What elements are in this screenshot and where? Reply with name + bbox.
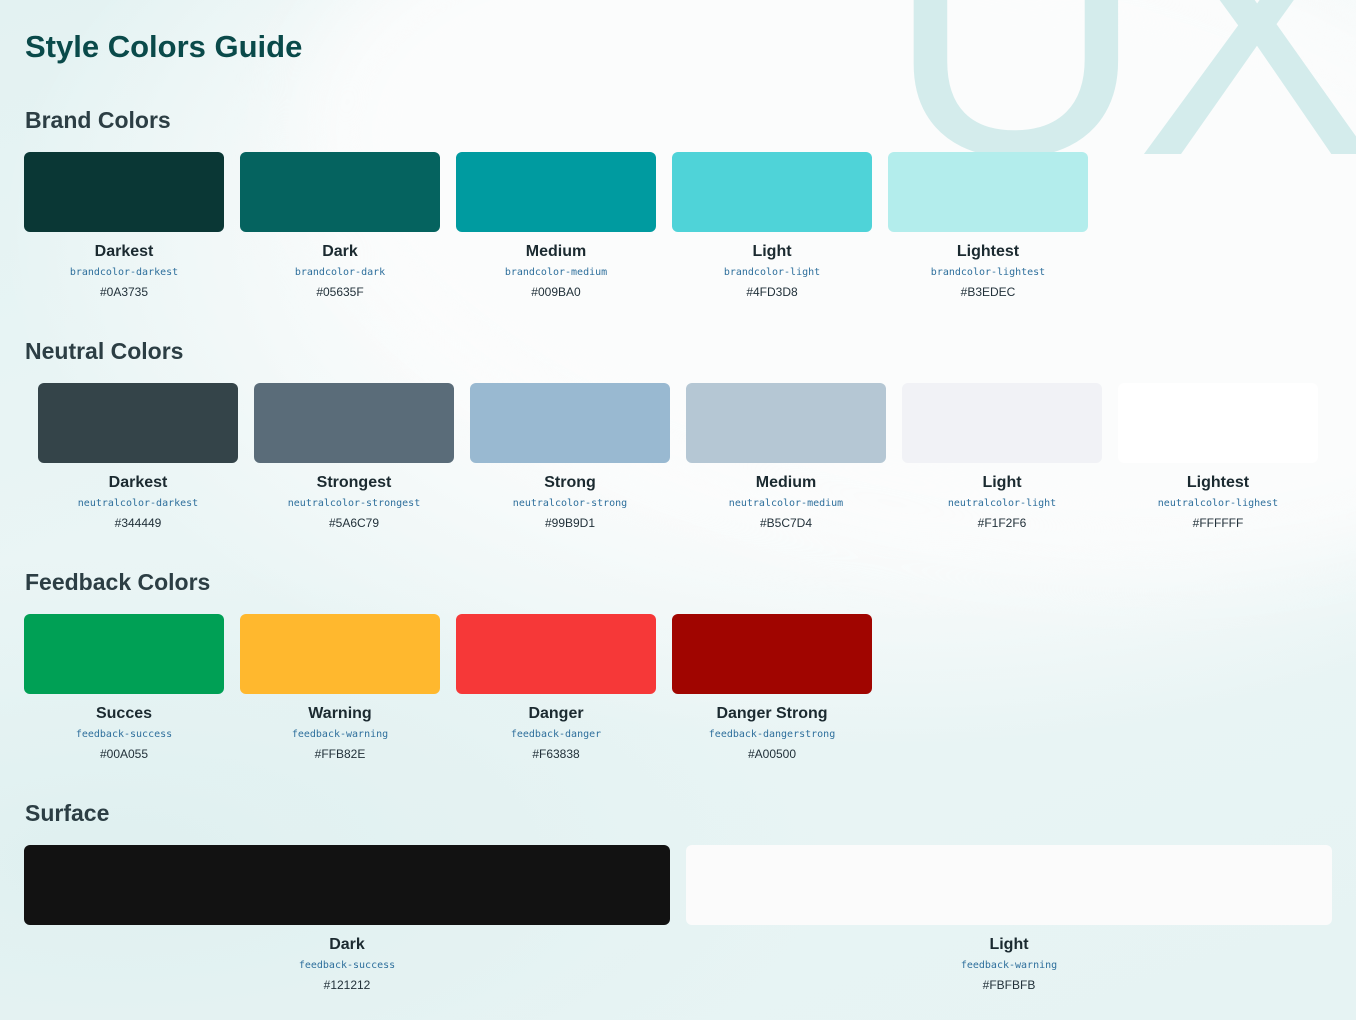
color-swatch: [24, 845, 670, 925]
swatch-name: Lightest: [956, 243, 1020, 260]
feedback-swatch-warning: Warning feedback-warning #FFB82E: [240, 614, 440, 762]
swatch-token: brandcolor-lightest: [930, 267, 1046, 278]
brand-swatch-medium: Medium brandcolor-medium #009BA0: [456, 152, 656, 300]
swatch-name: Danger: [528, 705, 584, 722]
swatch-token: neutralcolor-strong: [512, 498, 628, 509]
swatch-name: Light: [982, 474, 1022, 491]
swatch-name: Light: [989, 936, 1029, 953]
swatch-token: feedback-warning: [960, 960, 1058, 971]
swatch-hex: #A00500: [747, 747, 797, 761]
swatch-name: Light: [752, 243, 792, 260]
color-swatch: [456, 152, 656, 232]
brand-colors-heading: Brand Colors: [25, 107, 171, 133]
color-swatch: [24, 614, 224, 694]
swatch-token: feedback-success: [298, 960, 396, 971]
color-swatch: [672, 614, 872, 694]
color-swatch: [24, 152, 224, 232]
swatch-hex: #00A055: [99, 747, 149, 761]
surface-swatch-dark: Dark feedback-success #121212: [24, 845, 670, 993]
swatch-token: feedback-dangerstrong: [708, 729, 836, 740]
swatch-hex: #B5C7D4: [759, 516, 813, 530]
swatch-name: Strongest: [316, 474, 392, 491]
swatch-name: Medium: [755, 474, 817, 491]
swatch-token: brandcolor-dark: [294, 267, 386, 278]
swatch-hex: #009BA0: [531, 285, 581, 299]
swatch-token: feedback-warning: [291, 729, 389, 740]
swatch-token: neutralcolor-lighest: [1157, 498, 1279, 509]
swatch-name: Warning: [308, 705, 372, 722]
neutral-swatch-light: Light neutralcolor-light #F1F2F6: [902, 383, 1102, 531]
brand-swatch-lightest: Lightest brandcolor-lightest #B3EDEC: [888, 152, 1088, 300]
swatch-name: Strong: [544, 474, 596, 491]
feedback-swatch-danger: Danger feedback-danger #F63838: [456, 614, 656, 762]
swatch-hex: #F1F2F6: [977, 516, 1027, 530]
swatch-hex: #99B9D1: [544, 516, 596, 530]
swatch-token: brandcolor-medium: [504, 267, 608, 278]
neutral-swatch-lightest: Lightest neutralcolor-lighest #FFFFFF: [1118, 383, 1318, 531]
swatch-token: neutralcolor-darkest: [77, 498, 199, 509]
neutral-swatch-darkest: Darkest neutralcolor-darkest #344449: [38, 383, 238, 531]
swatch-hex: #FBFBFB: [982, 978, 1036, 992]
brand-swatch-light: Light brandcolor-light #4FD3D8: [672, 152, 872, 300]
swatch-name: Darkest: [108, 474, 168, 491]
swatch-name: Darkest: [94, 243, 154, 260]
swatch-hex: #4FD3D8: [746, 285, 798, 299]
page-title: Style Colors Guide: [25, 29, 303, 64]
swatch-name: Lightest: [1186, 474, 1250, 491]
swatch-hex: #B3EDEC: [960, 285, 1016, 299]
swatch-hex: #5A6C79: [328, 516, 380, 530]
neutral-colors-heading: Neutral Colors: [25, 338, 184, 364]
swatch-name: Dark: [329, 936, 365, 953]
swatch-name: Medium: [525, 243, 587, 260]
swatch-hex: #344449: [114, 516, 162, 530]
swatch-token: brandcolor-light: [723, 267, 821, 278]
swatch-hex: #05635F: [316, 285, 364, 299]
color-swatch: [38, 383, 238, 463]
color-swatch: [240, 152, 440, 232]
color-swatch: [686, 383, 886, 463]
color-swatch: [686, 845, 1332, 925]
swatch-token: feedback-danger: [510, 729, 602, 740]
swatch-name: Danger Strong: [716, 705, 828, 722]
swatch-token: neutralcolor-medium: [728, 498, 844, 509]
surface-swatch-light: Light feedback-warning #FBFBFB: [686, 845, 1332, 993]
feedback-swatch-danger-strong: Danger Strong feedback-dangerstrong #A00…: [672, 614, 872, 762]
swatch-token: feedback-success: [75, 729, 173, 740]
color-swatch: [456, 614, 656, 694]
color-swatch: [254, 383, 454, 463]
brand-swatch-dark: Dark brandcolor-dark #05635F: [240, 152, 440, 300]
swatch-token: brandcolor-darkest: [69, 267, 179, 278]
neutral-swatch-strongest: Strongest neutralcolor-strongest #5A6C79: [254, 383, 454, 531]
surface-heading: Surface: [25, 800, 110, 826]
color-swatch: [1118, 383, 1318, 463]
swatch-hex: #FFB82E: [314, 747, 366, 761]
swatch-hex: #121212: [323, 978, 371, 992]
neutral-swatch-medium: Medium neutralcolor-medium #B5C7D4: [686, 383, 886, 531]
swatch-hex: #F63838: [532, 747, 580, 761]
swatch-token: neutralcolor-light: [947, 498, 1057, 509]
swatch-name: Dark: [322, 243, 358, 260]
feedback-colors-heading: Feedback Colors: [25, 569, 211, 595]
feedback-swatch-success: Succes feedback-success #00A055: [24, 614, 224, 762]
color-swatch: [888, 152, 1088, 232]
swatch-token: neutralcolor-strongest: [287, 498, 421, 509]
neutral-swatch-strong: Strong neutralcolor-strong #99B9D1: [470, 383, 670, 531]
swatch-hex: #FFFFFF: [1192, 516, 1244, 530]
color-swatch: [470, 383, 670, 463]
color-swatch: [672, 152, 872, 232]
swatch-name: Succes: [95, 705, 153, 722]
swatch-hex: #0A3735: [99, 285, 149, 299]
color-swatch: [902, 383, 1102, 463]
brand-swatch-darkest: Darkest brandcolor-darkest #0A3735: [24, 152, 224, 300]
color-swatch: [240, 614, 440, 694]
